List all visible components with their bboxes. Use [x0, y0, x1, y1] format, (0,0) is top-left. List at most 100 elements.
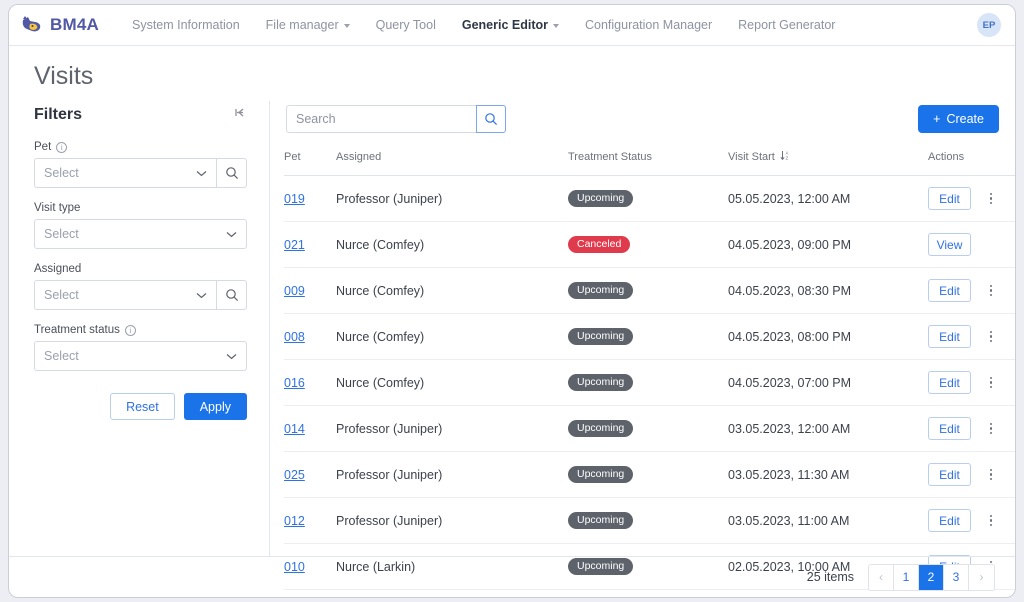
pet-link[interactable]: 016 [284, 376, 305, 390]
row-action-button[interactable]: Edit [928, 187, 971, 210]
cell-actions: Edit [928, 267, 1015, 314]
pet-select-value: Select [44, 166, 79, 180]
pet-link[interactable]: 008 [284, 330, 305, 344]
status-badge: Upcoming [568, 327, 634, 346]
chevron-down-icon [226, 227, 237, 241]
filters-header: Filters [34, 105, 247, 125]
cell-assigned: Professor (Juniper) [336, 451, 568, 498]
nav-item-file-manager[interactable]: File manager [253, 12, 363, 38]
filter-label-pet: Pet i [34, 141, 247, 153]
row-action-button[interactable]: Edit [928, 509, 971, 532]
table-row: 012 Professor (Juniper) Upcoming 03.05.2023… [284, 497, 1015, 544]
row-more-menu-icon[interactable] [985, 376, 997, 389]
pagination-page[interactable]: 1 [894, 564, 919, 590]
filters-title: Filters [34, 106, 83, 123]
filter-actions: Reset Apply [34, 393, 247, 420]
filter-label-visit-type: Visit type [34, 202, 247, 214]
row-action-button[interactable]: Edit [928, 417, 971, 440]
plus-icon: + [933, 112, 941, 126]
nav-item-system-information[interactable]: System Information [119, 12, 253, 38]
pet-link[interactable]: 009 [284, 284, 305, 298]
pet-link[interactable]: 019 [284, 192, 305, 206]
cell-assigned: Nurce (Comfey) [336, 267, 568, 314]
chevron-right-icon[interactable]: › [969, 564, 994, 590]
create-button[interactable]: + Create [918, 105, 999, 133]
row-more-menu-icon[interactable] [985, 284, 997, 297]
status-badge: Upcoming [568, 465, 634, 484]
pet-select[interactable]: Select [34, 158, 216, 188]
filter-field-pet: Pet i Select [34, 141, 247, 188]
row-more-menu-icon[interactable] [985, 192, 997, 205]
table-row: 021 Nurce (Comfey) Canceled 04.05.2023, 09:… [284, 221, 1015, 268]
info-icon[interactable]: i [56, 141, 68, 153]
row-more-menu-icon[interactable] [985, 468, 997, 481]
row-action-button[interactable]: View [928, 233, 971, 256]
column-header-treatment-status[interactable]: Treatment Status [568, 147, 728, 176]
nav-item-configuration-manager[interactable]: Configuration Manager [572, 12, 725, 38]
nav-item-generic-editor[interactable]: Generic Editor [449, 12, 572, 38]
cell-treatment-status: Upcoming [568, 359, 728, 406]
row-action-button[interactable]: Edit [928, 279, 971, 302]
cell-actions: Edit [928, 313, 1015, 360]
info-icon[interactable]: i [124, 324, 136, 336]
filter-label-assigned: Assigned [34, 263, 247, 275]
visit-type-select[interactable]: Select [34, 219, 247, 249]
reset-button[interactable]: Reset [110, 393, 175, 420]
chevron-left-icon[interactable]: ‹ [869, 564, 894, 590]
apply-button[interactable]: Apply [183, 393, 247, 420]
pagination: ‹ 1 2 3 › [868, 563, 995, 591]
nav-item-query-tool[interactable]: Query Tool [363, 12, 449, 38]
table-row: 016 Nurce (Comfey) Upcoming 04.05.2023, 07:… [284, 359, 1015, 406]
nav-item-report-generator[interactable]: Report Generator [725, 12, 848, 38]
status-badge: Upcoming [568, 281, 634, 300]
assigned-select[interactable]: Select [34, 280, 216, 310]
search-button[interactable] [476, 105, 506, 133]
brand[interactable]: BM4A [21, 15, 99, 35]
filter-control-visit-type: Select [34, 219, 247, 249]
row-more-menu-icon[interactable] [985, 330, 997, 343]
row-action-button[interactable]: Edit [928, 371, 971, 394]
cell-assigned: Nurce (Comfey) [336, 313, 568, 360]
assigned-search-button[interactable] [216, 280, 247, 310]
pet-link[interactable]: 014 [284, 422, 305, 436]
pet-link[interactable]: 012 [284, 514, 305, 528]
treatment-status-select[interactable]: Select [34, 341, 247, 371]
page-title: Visits [34, 62, 94, 90]
chevron-down-icon [343, 24, 350, 28]
cell-pet: 016 [284, 359, 336, 406]
status-badge: Upcoming [568, 189, 634, 208]
pet-link[interactable]: 025 [284, 468, 305, 482]
table-row: 008 Nurce (Comfey) Upcoming 04.05.2023, 08:… [284, 313, 1015, 360]
cell-visit-start: 04.05.2023, 08:00 PM [728, 313, 928, 360]
pet-search-button[interactable] [216, 158, 247, 188]
cell-visit-start: 03.05.2023, 12:00 AM [728, 405, 928, 452]
row-more-menu-icon[interactable] [985, 422, 997, 435]
filter-field-visit-type: Visit type Select [34, 202, 247, 249]
collapse-left-icon[interactable] [232, 105, 247, 125]
column-header-visit-start[interactable]: Visit Start A Z [728, 147, 928, 176]
cell-pet: 019 [284, 175, 336, 222]
avatar[interactable]: EP [977, 13, 1001, 37]
table-header-row: Pet Assigned Treatment Status Visit Star… [284, 147, 1015, 176]
column-header-actions: Actions [928, 147, 1015, 176]
row-action-button[interactable]: Edit [928, 463, 971, 486]
column-header-assigned[interactable]: Assigned [336, 147, 568, 176]
search-input[interactable] [286, 105, 476, 133]
nav-label: File manager [265, 18, 339, 32]
cell-visit-start: 04.05.2023, 08:30 PM [728, 267, 928, 314]
column-header-pet[interactable]: Pet [284, 147, 336, 176]
pet-link[interactable]: 021 [284, 238, 305, 252]
row-more-menu-icon[interactable] [985, 514, 997, 527]
status-badge: Upcoming [568, 511, 634, 530]
cell-treatment-status: Upcoming [568, 313, 728, 360]
main-panel: + Create Pet Assigned Treatment Status V… [270, 101, 1015, 597]
items-count: 25 items [806, 570, 854, 584]
status-badge: Upcoming [568, 373, 634, 392]
row-action-button[interactable]: Edit [928, 325, 971, 348]
filter-label-treatment-status: Treatment status i [34, 324, 247, 336]
brand-name: BM4A [50, 15, 99, 34]
pagination-page[interactable]: 3 [944, 564, 969, 590]
sort-descending-icon[interactable]: A Z [780, 150, 791, 164]
pagination-page[interactable]: 2 [919, 564, 944, 590]
top-navigation-bar: BM4A System Information File manager Que… [9, 5, 1015, 46]
